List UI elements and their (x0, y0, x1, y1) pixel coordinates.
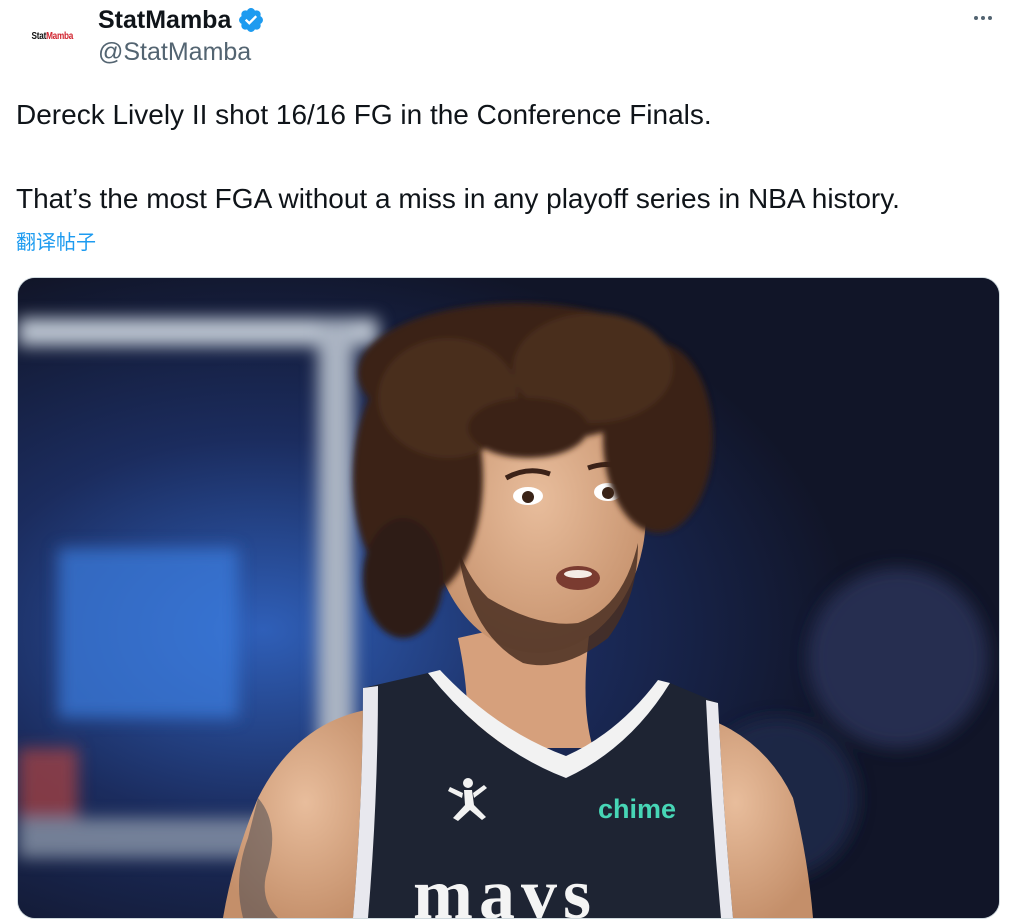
tweet-text: Dereck Lively II shot 16/16 FG in the Co… (16, 96, 996, 218)
tweet-text-line-1: Dereck Lively II shot 16/16 FG in the Co… (16, 99, 712, 130)
player-left-pupil (522, 491, 534, 503)
display-name[interactable]: StatMamba (98, 6, 231, 35)
player-teeth (564, 570, 592, 578)
jersey-wordmark: mavs (413, 854, 597, 918)
author-handle[interactable]: @StatMamba (98, 38, 251, 67)
translate-post-link[interactable]: 翻译帖子 (16, 226, 96, 255)
avatar-logo-mamba: Mamba (45, 30, 73, 42)
more-dot (981, 16, 985, 20)
author-name-row: StatMamba (98, 4, 265, 36)
avatar[interactable]: StatMamba (16, 8, 88, 64)
player-photo-illustration: chime mavs (18, 278, 999, 918)
tweet-photo[interactable]: chime mavs (17, 277, 1000, 919)
avatar-logo-stat: Stat (31, 30, 46, 42)
tweet[interactable]: StatMamba StatMamba @StatMamba Dereck Li… (0, 0, 1015, 919)
verified-badge-icon (237, 6, 265, 34)
more-horizontal-icon (974, 16, 978, 20)
avatar-logo: StatMamba (31, 31, 73, 42)
tweet-text-line-2: That’s the most FGA without a miss in an… (16, 183, 900, 214)
jersey-sponsor: chime (598, 794, 676, 824)
more-dot (988, 16, 992, 20)
more-options-button[interactable] (967, 6, 999, 30)
